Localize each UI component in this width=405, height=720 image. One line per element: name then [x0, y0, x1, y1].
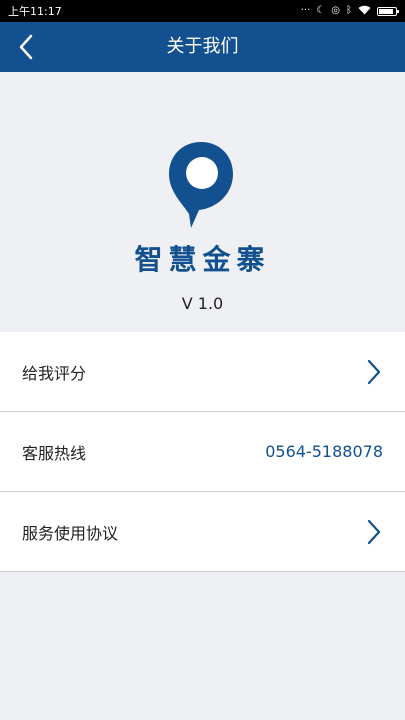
menu-item-agreement[interactable]: 服务使用协议 — [0, 492, 405, 572]
alarm-icon: ◎ — [331, 5, 340, 16]
back-arrow-icon — [19, 34, 33, 60]
version-label: V 1.0 — [181, 294, 224, 313]
map-pin-logo-icon — [169, 142, 233, 228]
menu-list: 给我评分 客服热线 0564-5188078 服务使用协议 — [0, 332, 405, 572]
status-bar: 上午11:17 ··· ☾ ◎ ᛒ — [0, 0, 405, 22]
bluetooth-icon: ᛒ — [346, 5, 352, 16]
status-icons: ··· ☾ ◎ ᛒ — [300, 5, 399, 18]
signal-dots-icon: ··· — [300, 5, 311, 16]
menu-item-label: 服务使用协议 — [22, 523, 119, 543]
menu-item-label: 给我评分 — [22, 363, 87, 383]
chevron-right-icon — [365, 358, 383, 386]
menu-item-rate[interactable]: 给我评分 — [0, 332, 405, 412]
chevron-right-icon — [365, 518, 383, 546]
title-bar: 关于我们 — [0, 22, 405, 72]
dnd-icon: ☾ — [316, 5, 326, 16]
logo-text: 智慧金寨 — [134, 243, 271, 276]
wifi-icon — [358, 5, 371, 18]
hotline-number[interactable]: 0564-5188078 — [265, 442, 383, 461]
status-time: 上午11:17 — [8, 5, 62, 18]
menu-item-hotline[interactable]: 客服热线 0564-5188078 — [0, 412, 405, 492]
menu-item-label: 客服热线 — [22, 443, 87, 463]
page-title: 关于我们 — [166, 36, 239, 57]
logo-area: 智慧金寨 V 1.0 — [0, 72, 405, 332]
battery-icon — [377, 6, 399, 16]
back-button[interactable] — [8, 29, 44, 65]
